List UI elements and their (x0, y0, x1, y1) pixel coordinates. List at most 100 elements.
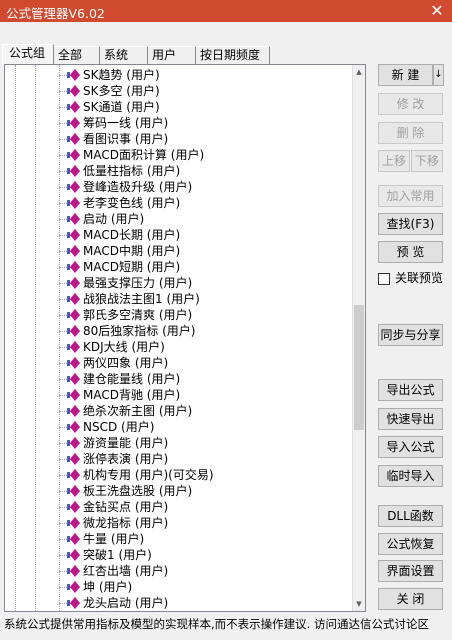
temp-import-button[interactable]: 临时导入 (378, 465, 443, 487)
tree-item[interactable]: 80后独家指标 (用户) (5, 323, 345, 339)
add-common-button[interactable]: 加入常用 (378, 185, 443, 207)
formula-restore-button[interactable]: 公式恢复 (378, 533, 443, 555)
scrollbar-thumb[interactable] (354, 305, 364, 430)
edit-button[interactable]: 修 改 (378, 93, 443, 115)
tree-item[interactable]: 登峰造极升级 (用户) (5, 179, 345, 195)
tree-item[interactable]: MACD长期 (用户) (5, 227, 345, 243)
export-formula-button[interactable]: 导出公式 (378, 379, 443, 401)
formula-diamond-icon (67, 69, 80, 81)
ui-settings-button[interactable]: 界面设置 (378, 560, 443, 582)
formula-diamond-icon (67, 405, 80, 417)
tree-item-label: MACD背驰 (用户) (83, 388, 181, 402)
tree-item-label: 绝杀次新主图 (用户) (83, 404, 193, 418)
new-button[interactable]: 新 建 (378, 64, 433, 86)
tree-item[interactable]: 郭氏多空清爽 (用户) (5, 307, 345, 323)
formula-diamond-icon (67, 469, 80, 481)
tree-item[interactable]: KDJ大线 (用户) (5, 339, 345, 355)
scroll-down-icon[interactable]: ▼ (353, 597, 365, 611)
tree-item-label: 最强支撑压力 (用户) (83, 276, 193, 290)
tree-item-label: 机构专用 (用户)(可交易) (83, 468, 214, 482)
formula-tree[interactable]: SK趋势 (用户) SK多空 (用户) SK通道 (用户) 筹码一线 (用户) 看图识事… (4, 64, 366, 612)
tree-item-label: 板王洗盘选股 (用户) (83, 484, 193, 498)
tree-item-label: 建仓能量线 (用户) (83, 372, 181, 386)
delete-button[interactable]: 删 除 (378, 122, 443, 144)
formula-diamond-icon (67, 517, 80, 529)
preview-button[interactable]: 预 览 (378, 241, 443, 263)
tree-item[interactable]: 突破1 (用户) (5, 547, 345, 563)
formula-diamond-icon (67, 245, 80, 257)
tree-item[interactable]: NSCD (用户) (5, 419, 345, 435)
dll-function-button[interactable]: DLL函数 (378, 505, 443, 527)
linked-preview-checkbox[interactable] (378, 273, 390, 285)
close-button[interactable]: 关 闭 (378, 588, 443, 610)
formula-diamond-icon (67, 149, 80, 161)
formula-diamond-icon (67, 325, 80, 337)
tree-item-label: 牛量 (用户) (83, 532, 145, 546)
tree-item-label: 坤 (用户) (83, 580, 133, 594)
tree-item[interactable]: 老李变色线 (用户) (5, 195, 345, 211)
tree-item[interactable]: 最强支撑压力 (用户) (5, 275, 345, 291)
tree-item-label: 龙头启动 (用户) (83, 596, 169, 610)
quick-export-button[interactable]: 快速导出 (378, 408, 443, 430)
formula-diamond-icon (67, 453, 80, 465)
linked-preview-label: 关联预览 (395, 271, 444, 285)
formula-diamond-icon (67, 101, 80, 113)
tab-by-date-frequency[interactable]: 按日期频度 (196, 46, 270, 64)
tree-item[interactable]: SK趋势 (用户) (5, 67, 345, 83)
formula-diamond-icon (67, 277, 80, 289)
tree-item-label: 微龙指标 (用户) (83, 516, 169, 530)
vertical-scrollbar[interactable]: ▲ ▼ (352, 65, 365, 611)
formula-diamond-icon (67, 485, 80, 497)
tree-item-label: MACD长期 (用户) (83, 228, 181, 242)
close-icon[interactable]: ✕ (422, 0, 452, 22)
move-down-button[interactable]: 下移 (411, 150, 443, 172)
tree-item[interactable]: MACD短期 (用户) (5, 259, 345, 275)
tree-item[interactable]: 牛量 (用户) (5, 531, 345, 547)
tree-item[interactable]: 龙头启动 (用户) (5, 595, 345, 611)
sync-share-button[interactable]: 同步与分享 (378, 324, 443, 346)
tree-item[interactable]: MACD面积计算 (用户) (5, 147, 345, 163)
tree-item-label: 老李变色线 (用户) (83, 196, 181, 210)
tree-item-label: 游资量能 (用户) (83, 436, 169, 450)
move-up-button[interactable]: 上移 (378, 150, 410, 172)
tree-item[interactable]: 低量柱指标 (用户) (5, 163, 345, 179)
formula-diamond-icon (67, 373, 80, 385)
tree-item[interactable]: 筹码一线 (用户) (5, 115, 345, 131)
tree-item[interactable]: SK多空 (用户) (5, 83, 345, 99)
scroll-up-icon[interactable]: ▲ (353, 65, 365, 79)
tree-item[interactable]: 坤 (用户) (5, 579, 345, 595)
tree-item[interactable]: MACD背驰 (用户) (5, 387, 345, 403)
tree-item[interactable]: 战狼战法主图1 (用户) (5, 291, 345, 307)
tab-strip: 公式组 全部 系统 用户 按日期频度 (0, 44, 452, 65)
tree-item[interactable]: 绝杀次新主图 (用户) (5, 403, 345, 419)
tree-item-label: 筹码一线 (用户) (83, 116, 169, 130)
import-formula-button[interactable]: 导入公式 (378, 436, 443, 458)
tree-item[interactable]: 游资量能 (用户) (5, 435, 345, 451)
formula-diamond-icon (67, 213, 80, 225)
tree-item-label: 战狼战法主图1 (用户) (83, 292, 200, 306)
tree-item[interactable]: 红杏出墙 (用户) (5, 563, 345, 579)
tree-item[interactable]: SK通道 (用户) (5, 99, 345, 115)
tree-item[interactable]: 金钻买点 (用户) (5, 499, 345, 515)
tree-item-label: 看图识事 (用户) (83, 132, 169, 146)
find-button[interactable]: 查找(F3) (378, 213, 443, 235)
tree-item[interactable]: 板王洗盘选股 (用户) (5, 483, 345, 499)
formula-diamond-icon (67, 581, 80, 593)
tree-item[interactable]: MACD中期 (用户) (5, 243, 345, 259)
new-dropdown-icon[interactable]: ↓ (433, 64, 444, 86)
tab-all[interactable]: 全部 (54, 46, 100, 64)
tree-item[interactable]: 涨停表演 (用户) (5, 451, 345, 467)
tree-item[interactable]: 启动 (用户) (5, 211, 345, 227)
tree-item[interactable]: 两仪四象 (用户) (5, 355, 345, 371)
tree-item[interactable]: 微龙指标 (用户) (5, 515, 345, 531)
tree-item[interactable]: 机构专用 (用户)(可交易) (5, 467, 345, 483)
tree-item[interactable]: 看图识事 (用户) (5, 131, 345, 147)
tab-formula-group[interactable]: 公式组 (2, 44, 54, 65)
tab-user[interactable]: 用户 (148, 46, 196, 64)
formula-diamond-icon (67, 293, 80, 305)
tab-system[interactable]: 系统 (100, 46, 148, 64)
tree-item-label: SK多空 (用户) (83, 84, 160, 98)
tree-item-label: 突破1 (用户) (83, 548, 152, 562)
tree-item[interactable]: 建仓能量线 (用户) (5, 371, 345, 387)
formula-diamond-icon (67, 85, 80, 97)
